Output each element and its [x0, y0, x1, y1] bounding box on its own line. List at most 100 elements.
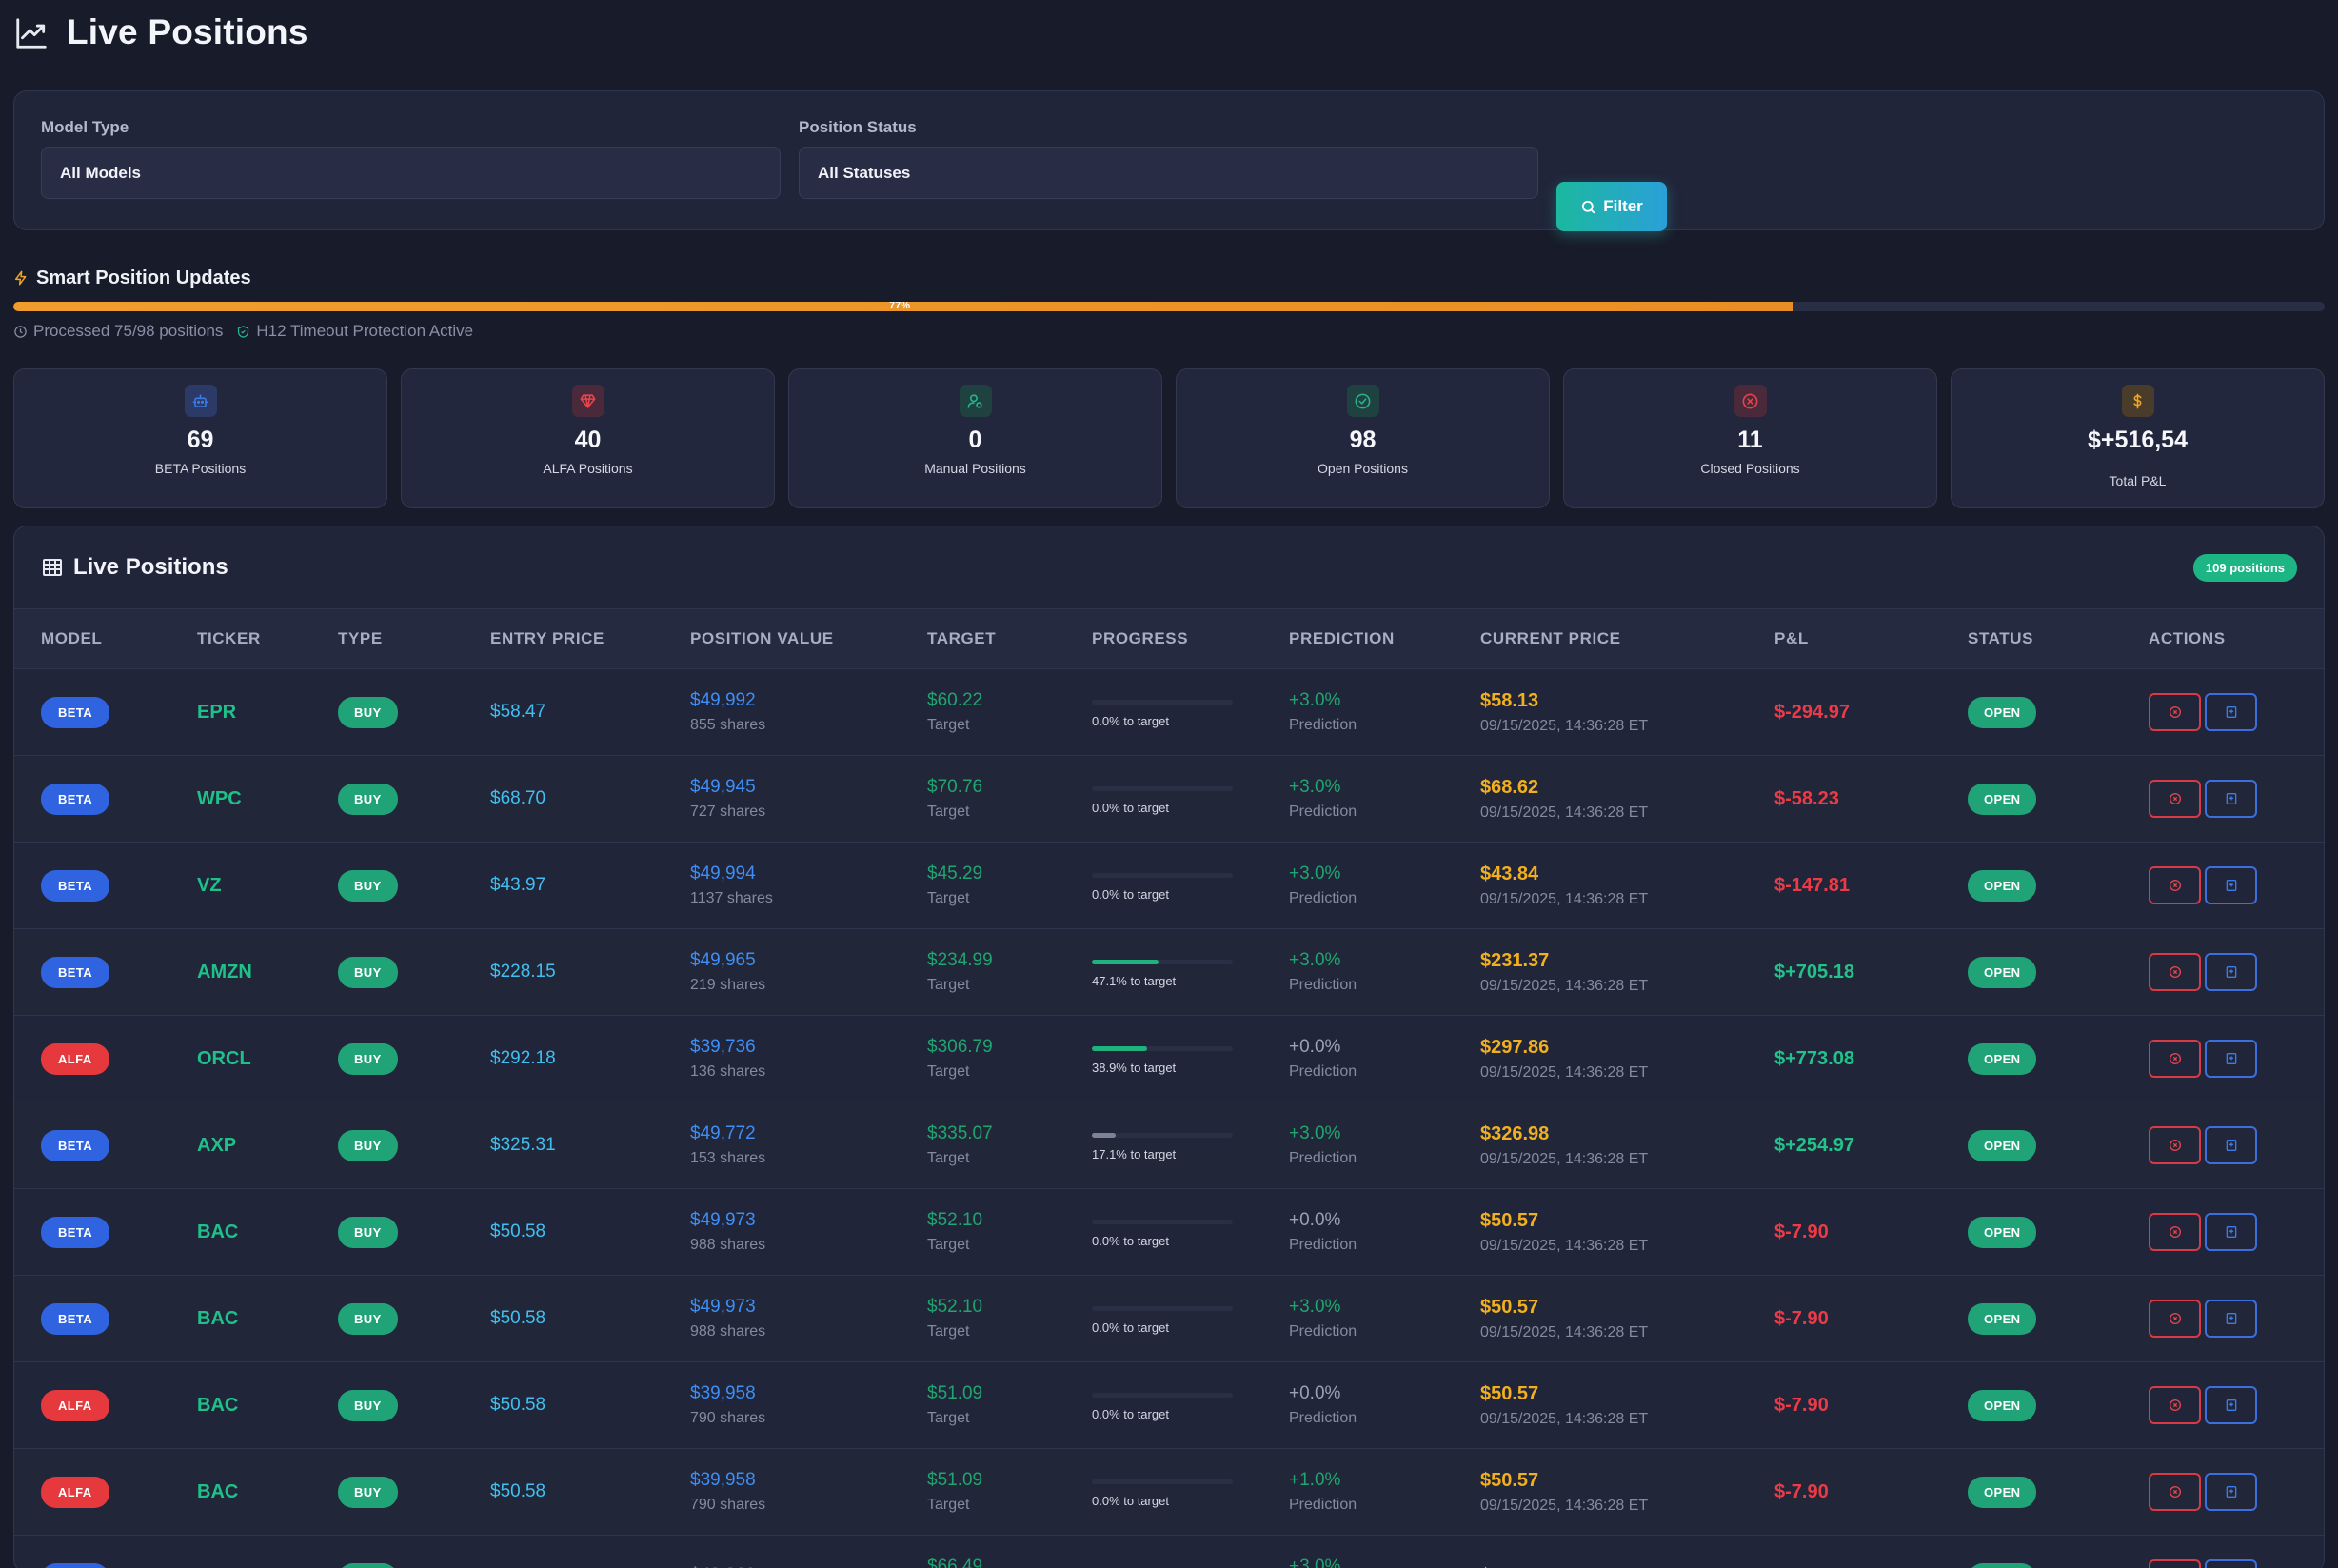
details-button[interactable] [2205, 693, 2257, 731]
details-button[interactable] [2205, 1040, 2257, 1078]
processed-status: Processed 75/98 positions [13, 322, 223, 341]
close-position-button[interactable] [2149, 780, 2201, 818]
column-header-status[interactable]: STATUS [1941, 609, 2122, 669]
position-status-label: Position Status [799, 118, 917, 136]
pnl-value: $-58.23 [1774, 787, 1839, 809]
column-header-model[interactable]: MODEL [14, 609, 170, 669]
progress-bar [1092, 873, 1233, 878]
column-header-current-price[interactable]: CURRENT PRICE [1454, 609, 1748, 669]
target-label: Target [927, 977, 970, 993]
table-body: BETA EPR BUY $58.47 $49,992 855 shares $60.22 T… [14, 668, 2324, 1568]
filter-panel: Model Type All Models Position Status Al… [13, 90, 2325, 231]
position-value: $39,958 [690, 1470, 756, 1490]
column-header-p-l[interactable]: P&L [1748, 609, 1941, 669]
progress-text: 0.0% to target [1092, 1494, 1169, 1508]
row-actions [2149, 1386, 2324, 1424]
close-position-button[interactable] [2149, 1559, 2201, 1568]
model-type-select[interactable]: All Models [41, 147, 781, 199]
prediction-cell: +3.0% Prediction [1262, 1276, 1454, 1362]
type-cell: BUY [311, 1016, 464, 1102]
column-header-type[interactable]: TYPE [311, 609, 464, 669]
current-price: $50.57 [1480, 1296, 1539, 1318]
model-cell: BETA [14, 1536, 170, 1568]
ticker-link[interactable]: BAC [197, 1308, 238, 1329]
close-position-button[interactable] [2149, 1386, 2201, 1424]
prediction-label: Prediction [1289, 1237, 1357, 1253]
ticker-link[interactable]: ORCL [197, 1048, 251, 1069]
status-cell: OPEN [1941, 1102, 2122, 1189]
column-header-ticker[interactable]: TICKER [170, 609, 311, 669]
details-button[interactable] [2205, 1559, 2257, 1568]
close-position-button[interactable] [2149, 1213, 2201, 1251]
progress-text: 47.1% to target [1092, 974, 1177, 988]
close-position-button[interactable] [2149, 693, 2201, 731]
target-price: $70.76 [927, 777, 983, 797]
close-position-button[interactable] [2149, 1300, 2201, 1338]
column-header-prediction[interactable]: PREDICTION [1262, 609, 1454, 669]
status-badge: OPEN [1968, 1129, 2037, 1161]
column-header-target[interactable]: TARGET [901, 609, 1065, 669]
stat-value: 11 [1737, 427, 1763, 453]
ticker-cell: EPR [170, 669, 311, 756]
details-button[interactable] [2205, 1213, 2257, 1251]
status-badge: OPEN [1968, 1389, 2037, 1421]
filter-button[interactable]: Filter [1556, 182, 1667, 231]
progress-text: 0.0% to target [1092, 1320, 1169, 1335]
close-position-button[interactable] [2149, 953, 2201, 991]
ticker-link[interactable]: BAC [197, 1481, 238, 1502]
progress-cell: 0.0% to target [1065, 843, 1262, 929]
prediction-cell: +3.0% Prediction [1262, 843, 1454, 929]
stat-value: 40 [574, 427, 602, 453]
details-button[interactable] [2205, 866, 2257, 904]
dollar-icon [2121, 385, 2154, 417]
column-header-position-value[interactable]: POSITION VALUE [664, 609, 901, 669]
prediction-value: +3.0% [1289, 1297, 1341, 1317]
model-badge: BETA [41, 696, 110, 728]
close-position-button[interactable] [2149, 866, 2201, 904]
target-price: $51.09 [927, 1383, 983, 1403]
type-badge: BUY [338, 869, 398, 902]
ticker-link[interactable]: AMZN [197, 962, 252, 982]
prediction-label: Prediction [1289, 1150, 1357, 1166]
close-position-button[interactable] [2149, 1473, 2201, 1511]
close-position-button[interactable] [2149, 1126, 2201, 1164]
stat-card: 98 Open Positions [1176, 368, 1550, 508]
column-header-progress[interactable]: PROGRESS [1065, 609, 1262, 669]
target-price: $60.22 [927, 690, 983, 710]
position-status-select[interactable]: All Statuses [799, 147, 1538, 199]
processed-text: Processed 75/98 positions [33, 322, 224, 340]
pnl-cell: $+705.18 [1748, 929, 1941, 1016]
smart-updates-progress: 77% [13, 302, 2325, 311]
model-cell: ALFA [14, 1016, 170, 1102]
current-price: $231.37 [1480, 949, 1550, 971]
ticker-link[interactable]: EPR [197, 702, 236, 723]
progress-cell: 0.0% to target [1065, 1276, 1262, 1362]
ticker-link[interactable]: WPC [197, 788, 242, 809]
type-cell: BUY [311, 669, 464, 756]
page-title: Live Positions [67, 12, 308, 51]
column-header-actions[interactable]: ACTIONS [2122, 609, 2324, 669]
pnl-cell: $-7.90 [1748, 1189, 1941, 1276]
details-button[interactable] [2205, 1300, 2257, 1338]
details-button[interactable] [2205, 953, 2257, 991]
ticker-link[interactable]: BAC [197, 1221, 238, 1242]
ticker-link[interactable]: BAC [197, 1395, 238, 1416]
details-button[interactable] [2205, 1126, 2257, 1164]
position-value: $49,965 [690, 950, 756, 970]
type-badge: BUY [338, 1129, 398, 1161]
ticker-link[interactable]: AXP [197, 1135, 236, 1156]
ticker-link[interactable]: VZ [197, 875, 222, 896]
model-cell: BETA [14, 843, 170, 929]
ticker-cell: BAC [170, 1362, 311, 1449]
position-value: $49,992 [690, 690, 756, 710]
row-actions [2149, 780, 2324, 818]
progress-cell: 38.9% to target [1065, 1016, 1262, 1102]
close-position-button[interactable] [2149, 1040, 2201, 1078]
type-badge: BUY [338, 1389, 398, 1421]
details-button[interactable] [2205, 1473, 2257, 1511]
column-header-entry-price[interactable]: ENTRY PRICE [464, 609, 664, 669]
target-cell: $335.07 Target [901, 1102, 1065, 1189]
details-button[interactable] [2205, 1386, 2257, 1424]
position-value: $49,772 [690, 1123, 756, 1143]
details-button[interactable] [2205, 780, 2257, 818]
